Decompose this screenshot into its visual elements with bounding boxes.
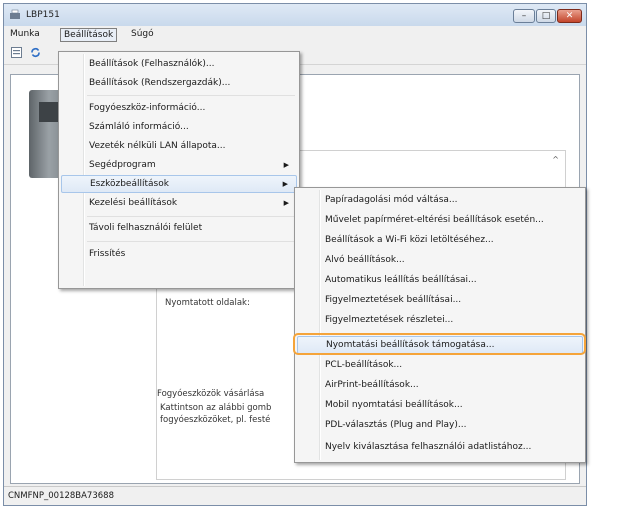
- menu-item-settings-users[interactable]: Beállítások (Felhasználók)...: [61, 55, 297, 73]
- menu-item-label: Figyelmeztetések beállításai...: [325, 295, 462, 305]
- maximize-button[interactable]: □: [536, 9, 556, 23]
- menu-item-label: Mobil nyomtatási beállítások...: [325, 400, 463, 410]
- menu-item-device-settings[interactable]: Eszközbeállítások ▶: [61, 175, 297, 193]
- submenu-item-warning-details[interactable]: Figyelmeztetések részletei...: [297, 311, 583, 329]
- submenu-arrow-icon: ▶: [283, 199, 289, 207]
- menu-item-consumables-info[interactable]: Fogyóeszköz-információ...: [61, 99, 297, 117]
- menu-munka[interactable]: Munka: [7, 28, 43, 40]
- menu-item-label: Papíradagolási mód váltása...: [325, 195, 458, 205]
- close-button[interactable]: ✕: [557, 9, 582, 23]
- submenu-item-language[interactable]: Nyelv kiválasztása felhasználói adatlist…: [297, 438, 583, 456]
- consumables-text-1: Kattintson az alábbi gomb: [160, 403, 272, 413]
- menu-sugo[interactable]: Súgó: [128, 28, 157, 40]
- menu-item-label: PDL-választás (Plug and Play)...: [325, 420, 467, 430]
- status-bar: CNMFNP_00128BA73688: [4, 486, 586, 505]
- refresh-icon[interactable]: [30, 47, 41, 58]
- printer-list-icon[interactable]: [11, 47, 22, 58]
- menu-item-counter-info[interactable]: Számláló információ...: [61, 118, 297, 136]
- submenu-item-paper-mismatch[interactable]: Művelet papírméret-eltérési beállítások …: [297, 211, 583, 229]
- title-bar: LBP151 – □ ✕: [4, 4, 586, 26]
- submenu-item-pdl[interactable]: PDL-választás (Plug and Play)...: [297, 416, 583, 434]
- device-settings-submenu: Papíradagolási mód váltása... Művelet pa…: [294, 187, 586, 463]
- consumables-text-2: fogyóeszközöket, pl. festé: [160, 415, 271, 425]
- menu-item-label: Nyelv kiválasztása felhasználói adatlist…: [325, 442, 532, 452]
- menu-bar: Munka Beállítások Súgó: [4, 26, 586, 42]
- menu-item-label: Eszközbeállítások: [90, 179, 169, 189]
- minimize-button[interactable]: –: [513, 9, 535, 23]
- submenu-item-mobile-print[interactable]: Mobil nyomtatási beállítások...: [297, 396, 583, 414]
- menu-item-settings-admins[interactable]: Beállítások (Rendszergazdák)...: [61, 74, 297, 92]
- submenu-item-airprint[interactable]: AirPrint-beállítások...: [297, 376, 583, 394]
- menu-item-label: Számláló információ...: [89, 122, 189, 132]
- menu-item-label: Vezeték nélküli LAN állapota...: [89, 141, 226, 151]
- menu-separator: [87, 241, 295, 242]
- menu-item-label: PCL-beállítások...: [325, 360, 403, 370]
- submenu-item-sleep[interactable]: Alvó beállítások...: [297, 251, 583, 269]
- menu-separator: [87, 95, 295, 96]
- submenu-item-warning-settings[interactable]: Figyelmeztetések beállításai...: [297, 291, 583, 309]
- menu-item-label: Alvó beállítások...: [325, 255, 405, 265]
- app-icon: [10, 9, 20, 19]
- menu-item-label: Beállítások a Wi-Fi közi letöltéséhez...: [325, 235, 494, 245]
- submenu-item-wifi-key[interactable]: Beállítások a Wi-Fi közi letöltéséhez...: [297, 231, 583, 249]
- submenu-arrow-icon: ▶: [282, 180, 288, 188]
- status-text: CNMFNP_00128BA73688: [8, 491, 114, 501]
- menu-item-label: Beállítások (Rendszergazdák)...: [89, 78, 231, 88]
- menu-item-label: Figyelmeztetések részletei...: [325, 315, 454, 325]
- highlight-callout: [293, 333, 586, 355]
- menu-item-label: Automatikus leállítás beállításai...: [325, 275, 477, 285]
- submenu-arrow-icon: ▶: [283, 161, 289, 169]
- menu-item-label: Fogyóeszköz-információ...: [89, 103, 206, 113]
- scroll-up-icon[interactable]: ^: [552, 155, 559, 164]
- menu-item-label: Segédprogram: [89, 160, 156, 170]
- submenu-item-pcl[interactable]: PCL-beállítások...: [297, 356, 583, 374]
- printed-pages-label: Nyomtatott oldalak:: [165, 298, 250, 308]
- menu-item-label: AirPrint-beállítások...: [325, 380, 419, 390]
- submenu-item-feed-mode[interactable]: Papíradagolási mód váltása...: [297, 191, 583, 209]
- submenu-item-auto-shutdown[interactable]: Automatikus leállítás beállításai...: [297, 271, 583, 289]
- menu-item-utility[interactable]: Segédprogram ▶: [61, 156, 297, 174]
- menu-item-wlan-status[interactable]: Vezeték nélküli LAN állapota...: [61, 137, 297, 155]
- menu-item-label: Frissítés: [89, 249, 126, 259]
- menu-item-remote-ui[interactable]: Távoli felhasználói felület: [61, 219, 297, 237]
- settings-dropdown-menu: Beállítások (Felhasználók)... Beállításo…: [58, 51, 300, 289]
- menu-item-refresh[interactable]: Frissítés: [61, 245, 297, 263]
- menu-item-label: Művelet papírméret-eltérési beállítások …: [325, 215, 544, 225]
- menu-item-label: Kezelési beállítások: [89, 198, 178, 208]
- menu-item-label: Távoli felhasználói felület: [89, 223, 203, 233]
- menu-beallitasok[interactable]: Beállítások: [60, 28, 118, 42]
- window-title: LBP151: [26, 10, 60, 20]
- menu-item-label: Beállítások (Felhasználók)...: [89, 59, 215, 69]
- menu-item-operation-settings[interactable]: Kezelési beállítások ▶: [61, 194, 297, 212]
- menu-separator: [87, 216, 295, 217]
- consumables-label: Fogyóeszközök vásárlása: [157, 389, 265, 399]
